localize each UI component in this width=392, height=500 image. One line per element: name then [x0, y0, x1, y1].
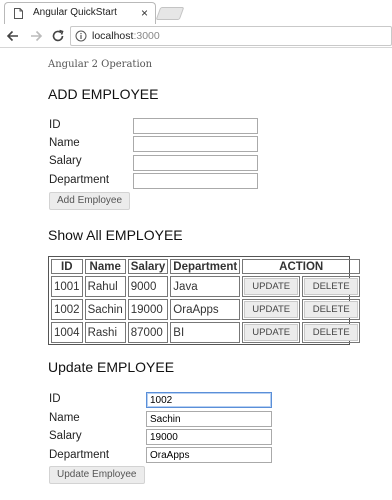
page-icon: [14, 8, 23, 19]
browser-tab[interactable]: Angular QuickStart ×: [4, 2, 156, 24]
update-department-label: Department: [49, 449, 110, 461]
column-header-salary: Salary: [127, 259, 169, 274]
cell-update: UPDATE: [242, 299, 301, 320]
cell-name: Rashi: [84, 322, 126, 343]
update-button[interactable]: UPDATE: [244, 301, 299, 318]
add-name-input[interactable]: [133, 136, 258, 152]
cell-department: OraApps: [170, 299, 241, 320]
update-button[interactable]: UPDATE: [244, 324, 299, 341]
add-salary-input[interactable]: [133, 155, 258, 171]
column-header-name: Name: [84, 259, 126, 274]
cell-id: 1004: [51, 322, 83, 343]
delete-button[interactable]: DELETE: [304, 301, 359, 318]
add-salary-label: Salary: [49, 155, 82, 167]
update-name-label: Name: [49, 412, 80, 424]
cell-salary: 87000: [127, 322, 169, 343]
cell-id: 1002: [51, 299, 83, 320]
new-tab-button[interactable]: [155, 7, 185, 20]
browser-tab-strip: Angular QuickStart ×: [0, 0, 392, 24]
delete-button[interactable]: DELETE: [304, 324, 359, 341]
page-title: Angular 2 Operation: [48, 59, 153, 70]
add-id-input[interactable]: [133, 118, 258, 134]
column-header-action: ACTION: [242, 259, 361, 274]
url-text: localhost:3000: [92, 30, 160, 42]
add-name-label: Name: [49, 137, 80, 149]
url-host: localhost: [92, 30, 134, 42]
cell-delete: DELETE: [302, 299, 361, 320]
table-row: 1001 Rahul 9000 Java UPDATE DELETE: [51, 276, 361, 297]
cell-department: Java: [170, 276, 241, 297]
back-arrow-icon[interactable]: [5, 28, 21, 44]
employee-table: ID Name Salary Department ACTION 1001 Ra…: [48, 256, 361, 345]
update-salary-label: Salary: [49, 430, 82, 442]
update-id-input[interactable]: [146, 392, 272, 408]
cell-id: 1001: [51, 276, 83, 297]
add-employee-heading: ADD EMPLOYEE: [48, 86, 159, 102]
update-salary-input[interactable]: [146, 429, 272, 445]
update-button[interactable]: UPDATE: [244, 278, 299, 295]
cell-salary: 19000: [127, 299, 169, 320]
info-icon[interactable]: [75, 30, 87, 42]
tab-title: Angular QuickStart: [33, 7, 117, 18]
address-bar[interactable]: localhost:3000: [70, 26, 392, 46]
url-port: :3000: [133, 30, 160, 42]
cell-name: Rahul: [84, 276, 126, 297]
update-department-input[interactable]: [146, 447, 272, 463]
update-id-label: ID: [49, 393, 61, 405]
table-row: 1002 Sachin 19000 OraApps UPDATE DELETE: [51, 299, 361, 320]
cell-department: BI: [170, 322, 241, 343]
add-employee-button[interactable]: Add Employee: [49, 192, 131, 210]
cell-salary: 9000: [127, 276, 169, 297]
close-tab-icon[interactable]: ×: [141, 6, 148, 20]
update-employee-heading: Update EMPLOYEE: [48, 359, 175, 375]
update-name-input[interactable]: [146, 411, 272, 427]
add-department-input[interactable]: [133, 173, 258, 189]
cell-delete: DELETE: [302, 276, 361, 297]
table-header-row: ID Name Salary Department ACTION: [51, 259, 361, 274]
browser-toolbar: localhost:3000: [0, 24, 392, 48]
delete-button[interactable]: DELETE: [304, 278, 359, 295]
reload-icon[interactable]: [50, 28, 66, 44]
cell-delete: DELETE: [302, 322, 361, 343]
column-header-id: ID: [51, 259, 83, 274]
cell-update: UPDATE: [242, 276, 301, 297]
add-department-label: Department: [49, 174, 110, 186]
cell-name: Sachin: [84, 299, 126, 320]
forward-arrow-icon[interactable]: [28, 28, 44, 44]
column-header-department: Department: [170, 259, 241, 274]
show-all-heading: Show All EMPLOYEE: [48, 227, 183, 243]
cell-update: UPDATE: [242, 322, 301, 343]
table-row: 1004 Rashi 87000 BI UPDATE DELETE: [51, 322, 361, 343]
add-id-label: ID: [49, 119, 61, 131]
update-employee-button[interactable]: Update Employee: [49, 466, 145, 484]
